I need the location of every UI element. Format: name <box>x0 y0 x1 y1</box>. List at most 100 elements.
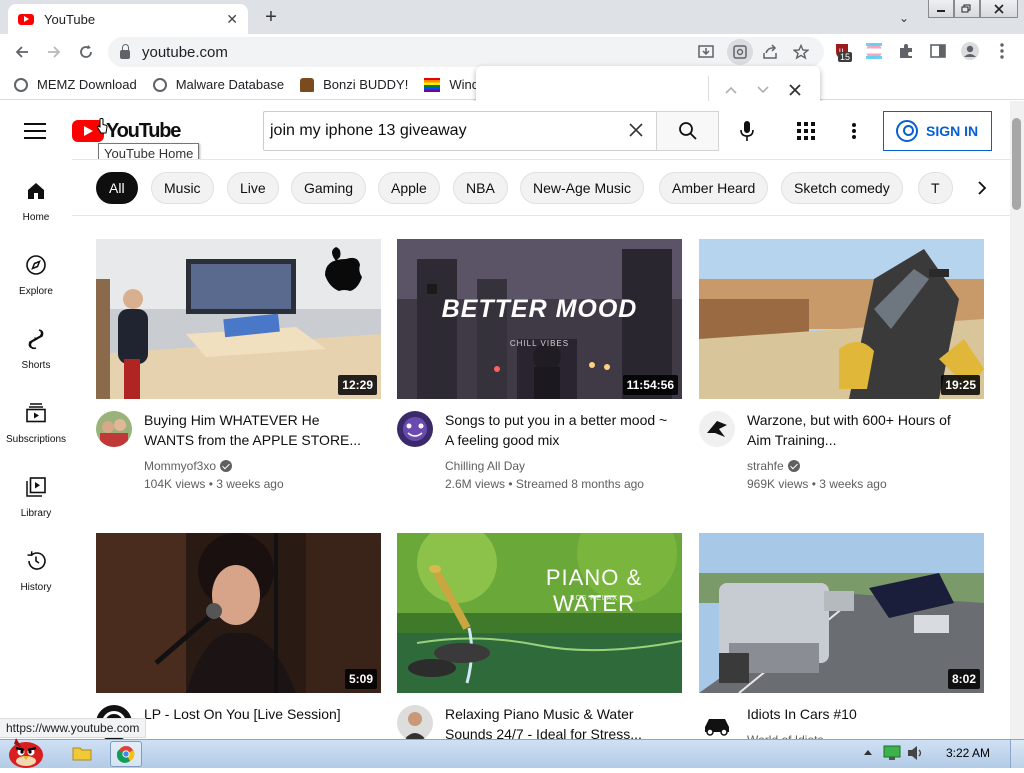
sign-in-button[interactable]: SIGN IN <box>883 111 992 151</box>
bookmark-bonzi-buddy[interactable]: Bonzi BUDDY! <box>300 77 408 92</box>
channel-avatar[interactable] <box>699 705 735 739</box>
chip-sketch-comedy[interactable]: Sketch comedy <box>781 172 903 204</box>
find-close-button[interactable] <box>784 79 806 101</box>
video-title[interactable]: Relaxing Piano Music & Water Sounds 24/7… <box>445 704 671 739</box>
taskbar-chrome-button[interactable] <box>110 741 142 767</box>
bookmark-malware-database[interactable]: Malware Database <box>152 77 284 92</box>
guide-item-subscriptions[interactable]: Subscriptions <box>0 401 72 445</box>
thumbnail-title-text: BETTER MOOD <box>441 295 638 323</box>
explore-icon <box>26 255 46 275</box>
taskbar-clock[interactable]: 3:22 AM <box>946 746 990 760</box>
chip-music[interactable]: Music <box>151 172 214 204</box>
channel-avatar[interactable] <box>96 411 132 447</box>
browser-tab-youtube[interactable]: YouTube ✕ <box>8 4 248 34</box>
tray-show-hidden-icon[interactable] <box>863 746 873 760</box>
chip-live[interactable]: Live <box>227 172 279 204</box>
scrollbar-thumb[interactable] <box>1012 118 1021 210</box>
verified-badge-icon <box>220 460 233 472</box>
video-title[interactable]: Songs to put you in a better mood ~ A fe… <box>445 410 671 450</box>
chip-all[interactable]: All <box>96 172 138 204</box>
maximize-button[interactable] <box>954 0 980 18</box>
tray-network-icon[interactable] <box>882 745 902 761</box>
guide-item-history[interactable]: History <box>0 549 72 593</box>
guide-item-library[interactable]: Library <box>0 475 72 519</box>
profile-avatar-icon[interactable] <box>960 41 980 61</box>
find-input[interactable] <box>486 76 701 104</box>
guide-menu-button[interactable] <box>24 123 46 139</box>
video-meta: 969K views • 3 weeks ago <box>747 477 887 491</box>
address-bar[interactable]: youtube.com <box>108 37 824 67</box>
forward-button[interactable] <box>42 40 66 64</box>
clear-search-icon[interactable] <box>616 121 656 142</box>
bookmark-star-icon[interactable] <box>792 43 810 61</box>
video-thumbnail[interactable]: 12:29 <box>96 239 381 399</box>
video-thumbnail[interactable]: 8:02 <box>699 533 984 693</box>
window-close-button[interactable] <box>980 0 1018 18</box>
video-channel-name[interactable]: strahfe <box>747 457 987 475</box>
bookmark-memz[interactable]: MEMZ Download <box>14 77 137 92</box>
voice-search-button[interactable] <box>736 120 758 142</box>
video-title[interactable]: Warzone, but with 600+ Hours of Aim Trai… <box>747 410 973 450</box>
chip-amber-heard[interactable]: Amber Heard <box>659 172 769 204</box>
chip-apple[interactable]: Apple <box>378 172 440 204</box>
settings-more-icon[interactable] <box>850 121 858 141</box>
youtube-wordmark: YouTube <box>106 119 181 142</box>
install-app-icon[interactable] <box>697 43 715 61</box>
find-in-page-icon[interactable] <box>727 39 753 65</box>
back-button[interactable] <box>10 40 34 64</box>
verified-badge-icon <box>787 460 800 472</box>
search-box[interactable]: join my iphone 13 giveaway <box>263 111 656 151</box>
youtube-apps-grid-icon[interactable] <box>797 122 815 140</box>
channel-avatar[interactable] <box>699 411 735 447</box>
bookmark-wind[interactable]: Wind <box>424 77 479 92</box>
video-title[interactable]: LP - Lost On You [Live Session] <box>144 704 370 724</box>
account-circle-icon <box>896 120 918 142</box>
chip-nba[interactable]: NBA <box>453 172 508 204</box>
close-icon <box>789 84 801 96</box>
channel-avatar[interactable] <box>397 411 433 447</box>
lock-icon <box>120 43 130 59</box>
trans-flag-extension-icon[interactable] <box>864 41 884 61</box>
find-next-button[interactable] <box>752 79 774 101</box>
video-thumbnail[interactable]: 19:25 <box>699 239 984 399</box>
video-thumbnail[interactable]: PIANO & WATER SCS RELAX <box>397 533 682 693</box>
search-input[interactable]: join my iphone 13 giveaway <box>270 122 616 140</box>
tab-search-chevron-icon[interactable]: ⌄ <box>894 8 914 28</box>
video-thumbnail[interactable]: 5:09 <box>96 533 381 693</box>
video-channel-name[interactable]: World of Idiots <box>747 731 987 739</box>
video-title[interactable]: Idiots In Cars #10 <box>747 704 973 724</box>
video-title[interactable]: Buying Him WHATEVER He WANTS from the AP… <box>144 410 370 450</box>
taskbar-explorer-folder-icon[interactable] <box>72 744 92 762</box>
chrome-menu-icon[interactable] <box>992 41 1012 61</box>
chip-gaming[interactable]: Gaming <box>291 172 367 204</box>
extensions-puzzle-icon[interactable] <box>896 41 916 61</box>
new-tab-button[interactable]: + <box>258 4 284 30</box>
guide-item-home[interactable]: Home <box>0 179 72 223</box>
tab-close-icon[interactable]: ✕ <box>226 11 238 28</box>
hamburger-line <box>24 137 46 139</box>
side-panel-icon[interactable] <box>928 41 948 61</box>
youtube-logo[interactable]: YouTube <box>72 119 181 142</box>
search-button[interactable] <box>656 111 719 151</box>
guide-item-shorts[interactable]: Shorts <box>0 327 72 371</box>
channel-avatar[interactable] <box>397 705 433 739</box>
find-previous-button[interactable] <box>720 79 742 101</box>
shorts-icon <box>28 329 44 350</box>
share-icon[interactable] <box>761 43 779 61</box>
chip-t[interactable]: T <box>918 172 953 204</box>
reload-button[interactable] <box>74 40 98 64</box>
video-grid: 12:29 Buying Him WHATEVER He WANTS from … <box>72 217 1010 739</box>
tray-volume-icon[interactable] <box>906 745 926 761</box>
show-desktop-button[interactable] <box>1010 740 1024 768</box>
back-arrow-icon <box>15 46 28 58</box>
video-thumbnail[interactable]: BETTER MOOD CHILL VIBES 11:54:56 <box>397 239 682 399</box>
guide-item-explore[interactable]: Explore <box>0 253 72 297</box>
start-button-angry-bird-icon[interactable] <box>4 736 48 768</box>
video-channel-name[interactable]: Chilling All Day <box>445 457 685 475</box>
minimize-button[interactable] <box>928 0 954 18</box>
close-x-icon <box>994 3 1004 14</box>
chips-next-button[interactable] <box>968 174 996 202</box>
video-channel-name[interactable]: Mommyof3xo <box>144 457 384 475</box>
reload-icon <box>80 45 92 58</box>
chip-new-age-music[interactable]: New-Age Music <box>520 172 645 204</box>
